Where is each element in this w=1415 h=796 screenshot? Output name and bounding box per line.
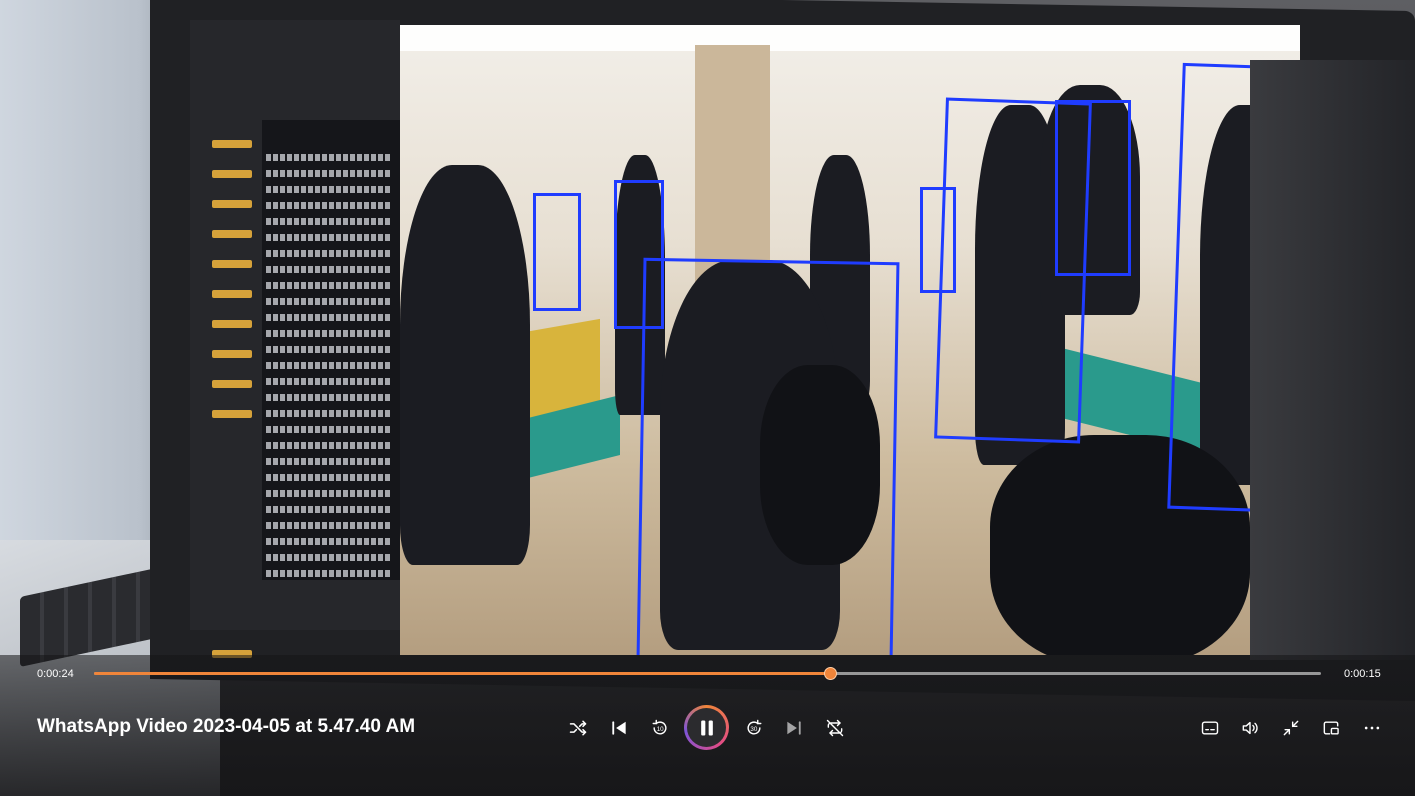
- video-terminal-line: [266, 346, 391, 353]
- video-terminal-line: [266, 506, 391, 513]
- video-folder: [212, 380, 252, 388]
- video-camera-feed: [400, 25, 1300, 655]
- shuffle-icon: [569, 720, 587, 736]
- skip-previous-icon: [612, 721, 626, 735]
- forward-label: 30: [750, 726, 757, 733]
- exit-fullscreen-icon: [1283, 720, 1299, 736]
- forward-button[interactable]: 30: [737, 711, 771, 745]
- captions-icon: [1201, 721, 1219, 735]
- play-pause-button[interactable]: [684, 705, 729, 750]
- video-terminal-line: [266, 442, 391, 449]
- video-terminal-line: [266, 234, 391, 241]
- detection-box: [533, 193, 581, 311]
- video-terminal-line: [266, 314, 391, 321]
- video-terminal-line: [266, 330, 391, 337]
- video-folder: [212, 410, 252, 418]
- total-time: 0:00:15: [1344, 668, 1381, 680]
- video-terminal: [262, 120, 402, 580]
- video-folder: [212, 140, 252, 148]
- rewind-label: 10: [657, 726, 664, 733]
- miniplayer-button[interactable]: [1314, 711, 1348, 745]
- rewind-10-icon: 10: [652, 719, 667, 735]
- video-terminal-line: [266, 522, 391, 529]
- video-terminal-line: [266, 458, 391, 465]
- skip-next-icon: [787, 721, 801, 735]
- volume-icon: [1242, 721, 1258, 735]
- seek-bar[interactable]: [94, 667, 1321, 680]
- volume-button[interactable]: [1233, 711, 1267, 745]
- video-terminal-line: [266, 282, 391, 289]
- video-terminal-line: [266, 378, 391, 385]
- shuffle-button[interactable]: [561, 711, 595, 745]
- video-terminal-line: [266, 266, 391, 273]
- play-pause-inner: [687, 708, 726, 747]
- more-options-button[interactable]: [1355, 711, 1389, 745]
- video-folder: [212, 320, 252, 328]
- video-terminal-line: [266, 474, 391, 481]
- video-dark-region: [1250, 60, 1415, 660]
- repeat-button[interactable]: [818, 711, 852, 745]
- video-terminal-line: [266, 554, 391, 561]
- video-terminal-line: [266, 298, 391, 305]
- video-folder: [212, 230, 252, 238]
- captions-button[interactable]: [1193, 711, 1227, 745]
- video-terminal-line: [266, 202, 391, 209]
- detection-box: [1055, 100, 1131, 276]
- video-title: WhatsApp Video 2023-04-05 at 5.47.40 AM: [37, 716, 416, 737]
- current-time: 0:00:24: [37, 668, 74, 680]
- rewind-button[interactable]: 10: [643, 711, 677, 745]
- video-terminal-line: [266, 186, 391, 193]
- more-options-icon: [1364, 726, 1380, 730]
- video-folder: [212, 290, 252, 298]
- video-terminal-line: [266, 570, 391, 577]
- video-terminal-line: [266, 154, 391, 161]
- previous-button[interactable]: [602, 711, 636, 745]
- video-folder: [212, 170, 252, 178]
- forward-30-icon: 30: [747, 719, 762, 735]
- video-folder: [212, 350, 252, 358]
- video-terminal-line: [266, 362, 391, 369]
- video-folder: [212, 260, 252, 268]
- video-window-titlebar: [400, 25, 1300, 51]
- exit-fullscreen-button[interactable]: [1274, 711, 1308, 745]
- detection-box: [636, 257, 900, 655]
- video-terminal-line: [266, 170, 391, 177]
- video-terminal-line: [266, 426, 391, 433]
- media-player: 0:00:24 0:00:15 WhatsApp Video 2023-04-0…: [0, 0, 1415, 796]
- video-folder: [212, 200, 252, 208]
- repeat-off-icon: [826, 719, 844, 737]
- video-terminal-line: [266, 538, 391, 545]
- video-terminal-line: [266, 250, 391, 257]
- video-terminal-line: [266, 410, 391, 417]
- video-terminal-line: [266, 490, 391, 497]
- video-person: [400, 165, 530, 565]
- seek-bar-progress: [94, 672, 831, 675]
- video-terminal-line: [266, 394, 391, 401]
- miniplayer-icon: [1323, 721, 1339, 735]
- pause-icon: [700, 720, 713, 735]
- video-terminal-line: [266, 218, 391, 225]
- next-button[interactable]: [777, 711, 811, 745]
